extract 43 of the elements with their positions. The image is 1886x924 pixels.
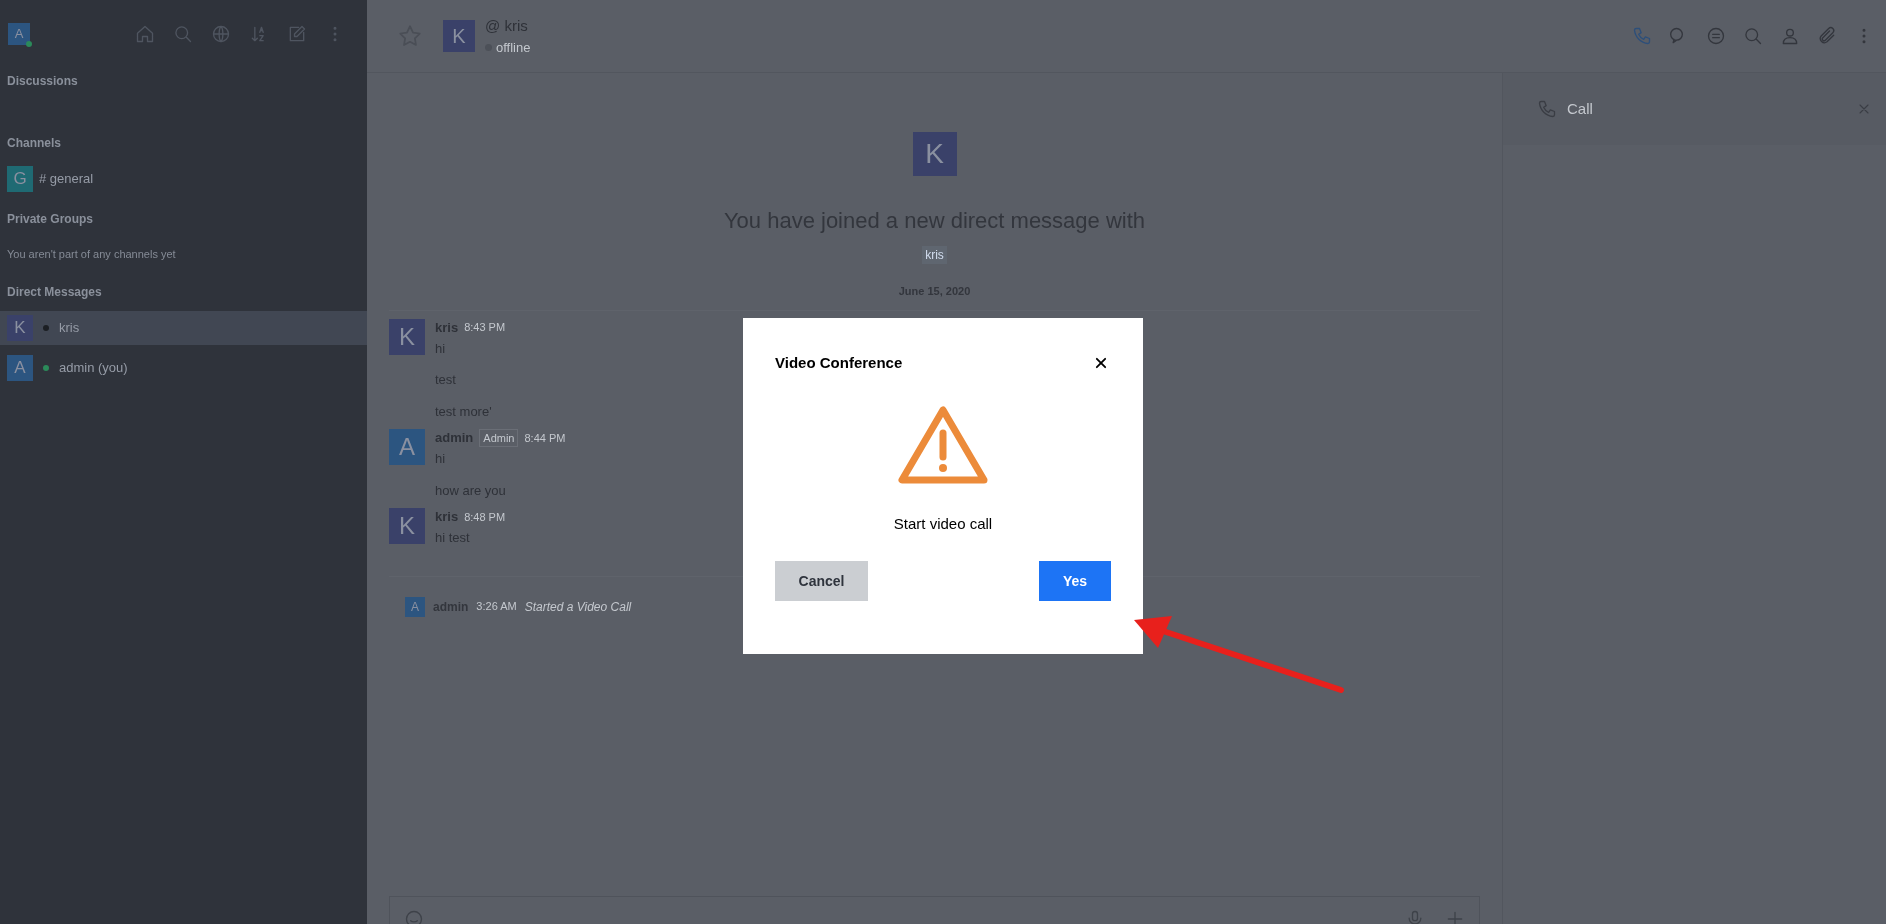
message-time: 3:26 AM <box>476 599 517 615</box>
edit-icon[interactable] <box>287 24 307 44</box>
avatar: K <box>7 314 33 341</box>
avatar: A <box>7 354 33 381</box>
section-title: Channels <box>6 135 62 152</box>
search-icon[interactable] <box>1743 26 1763 46</box>
avatar: K <box>443 20 475 52</box>
avatar: K <box>912 132 957 176</box>
chat-icon[interactable] <box>1706 26 1726 46</box>
dialog-title: Video Conference <box>775 353 903 373</box>
status-text: offline <box>496 38 531 57</box>
phone-icon <box>1537 99 1557 119</box>
sidebar-item[interactable]: K kris <box>0 310 367 345</box>
avatar: A <box>389 429 425 465</box>
dialog-message: Start video call <box>893 513 993 534</box>
warning-icon <box>898 404 988 485</box>
smiley-icon[interactable] <box>404 909 424 924</box>
avatar: G <box>7 166 33 192</box>
yes-button[interactable]: Yes <box>1039 561 1111 601</box>
search-icon[interactable] <box>173 24 193 44</box>
avatar: K <box>389 508 425 544</box>
avatar: K <box>389 318 425 355</box>
section-title: Direct Messages <box>6 283 103 301</box>
message-time: 8:44 PM <box>524 430 566 446</box>
avatar: A <box>8 23 30 45</box>
panel-title: Call <box>1567 98 1593 119</box>
paperclip-icon[interactable] <box>1817 26 1837 46</box>
cancel-button[interactable]: Cancel <box>775 561 868 601</box>
mention-tag[interactable]: kris <box>922 246 947 264</box>
message-composer[interactable] <box>389 896 1480 924</box>
empty-text: You aren't part of any channels yet <box>6 247 177 262</box>
message-time: 8:48 PM <box>464 509 506 525</box>
avatar: A <box>405 596 425 617</box>
phone-icon[interactable] <box>1632 26 1652 46</box>
globe-icon[interactable] <box>211 24 231 44</box>
user-icon[interactable] <box>1780 26 1800 46</box>
system-message-text: Started a Video Call <box>524 598 632 616</box>
section-title: Discussions <box>6 73 79 90</box>
home-icon[interactable] <box>135 24 155 44</box>
message-time: 8:43 PM <box>464 320 506 336</box>
plus-icon[interactable] <box>1445 909 1465 924</box>
role-tag: Admin <box>479 428 519 448</box>
section-title: Private Groups <box>6 211 95 228</box>
